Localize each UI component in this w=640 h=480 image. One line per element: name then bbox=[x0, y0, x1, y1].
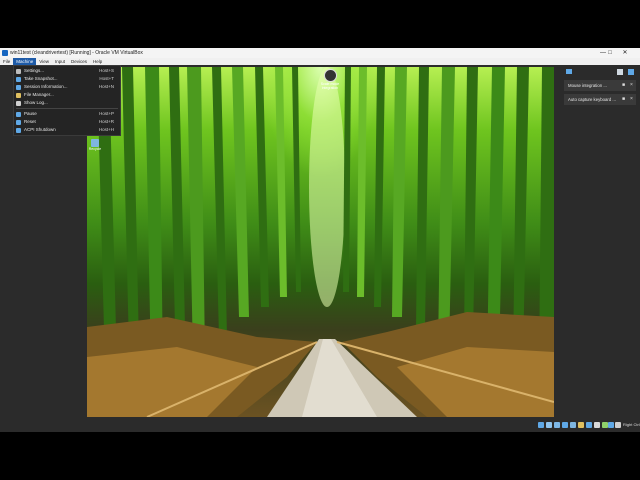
optical-icon[interactable] bbox=[546, 422, 552, 428]
menu-item-label: Take Snapshot... bbox=[24, 76, 58, 81]
notification-icon[interactable] bbox=[566, 69, 572, 74]
menu-machine[interactable]: Machine bbox=[13, 58, 37, 65]
window-title: win11test (cleandrivertest) [Running] - … bbox=[10, 50, 143, 56]
host-key-label: Right Ctrl bbox=[623, 422, 640, 427]
list-icon[interactable] bbox=[617, 69, 623, 75]
menu-item-shortcut: Host+R bbox=[98, 119, 114, 124]
virtualbox-window: win11test (cleandrivertest) [Running] - … bbox=[0, 48, 640, 432]
menu-item-pause[interactable]: Pause Host+P bbox=[14, 110, 120, 118]
menu-item-label: Pause bbox=[24, 111, 37, 116]
notification-label: Auto capture keyboard ... bbox=[568, 97, 617, 102]
hdd-icon[interactable] bbox=[538, 422, 544, 428]
menu-item-reset[interactable]: Reset Host+R bbox=[14, 118, 120, 126]
log-icon bbox=[16, 100, 21, 106]
menu-item-label: Session Information... bbox=[24, 84, 68, 89]
network-icon[interactable] bbox=[562, 422, 568, 428]
menu-separator bbox=[16, 108, 118, 109]
scale-mode-icon[interactable]: Scale mode integration bbox=[315, 69, 345, 90]
video-capture-icon[interactable] bbox=[594, 422, 600, 428]
menu-item-label: Settings... bbox=[24, 68, 45, 73]
pause-icon bbox=[16, 111, 21, 117]
menu-item-file-manager[interactable]: File Manager... bbox=[14, 91, 120, 99]
menu-item-settings[interactable]: Settings... Host+S bbox=[14, 67, 120, 75]
menu-help[interactable]: Help bbox=[90, 58, 105, 65]
menu-item-label: File Manager... bbox=[24, 92, 54, 97]
info-button-icon[interactable]: ■ bbox=[621, 83, 626, 88]
usb-icon[interactable] bbox=[570, 422, 576, 428]
notification-auto-capture-keyboard[interactable]: Auto capture keyboard ... ■ × bbox=[564, 94, 636, 105]
menu-view[interactable]: View bbox=[36, 58, 52, 65]
reset-icon bbox=[16, 119, 21, 125]
menu-item-label: ACPI Shutdown bbox=[24, 127, 56, 132]
close-notification-icon[interactable]: × bbox=[629, 97, 634, 102]
title-bar[interactable]: win11test (cleandrivertest) [Running] - … bbox=[0, 48, 640, 58]
menu-item-show-log[interactable]: Show Log... bbox=[14, 99, 120, 107]
dock-icon[interactable] bbox=[628, 69, 634, 75]
shared-folders-icon[interactable] bbox=[578, 422, 584, 428]
menu-devices[interactable]: Devices bbox=[68, 58, 90, 65]
menu-file[interactable]: File bbox=[0, 58, 13, 65]
vm-guest-display[interactable]: Recycle Scale mode integration bbox=[87, 67, 554, 417]
recycle-bin-icon[interactable]: Recycle bbox=[88, 139, 102, 151]
maximize-button[interactable]: □ bbox=[603, 48, 617, 58]
menu-item-session-information[interactable]: Session Information... Host+N bbox=[14, 83, 120, 91]
bamboo-wallpaper bbox=[87, 67, 554, 417]
audio-icon[interactable] bbox=[554, 422, 560, 428]
menu-item-shortcut: Host+H bbox=[98, 127, 114, 132]
notification-toolbar bbox=[561, 67, 640, 77]
info-icon bbox=[16, 84, 21, 90]
status-bar: Right Ctrl bbox=[0, 419, 640, 432]
notification-mouse-integration[interactable]: Mouse integration ... ■ × bbox=[564, 80, 636, 91]
menu-item-shortcut: Host+T bbox=[99, 76, 114, 81]
menu-item-label: Reset bbox=[24, 119, 36, 124]
menu-item-shortcut: Host+P bbox=[99, 111, 114, 116]
menu-item-acpi-shutdown[interactable]: ACPI Shutdown Host+H bbox=[14, 126, 120, 134]
scale-mode-label: Scale mode integration bbox=[320, 82, 340, 90]
menu-item-shortcut: Host+S bbox=[99, 68, 114, 73]
notification-label: Mouse integration ... bbox=[568, 83, 607, 88]
menu-item-take-snapshot[interactable]: Take Snapshot... Host+T bbox=[14, 75, 120, 83]
recycle-bin-label: Recycle bbox=[88, 147, 102, 151]
virtualbox-icon bbox=[2, 50, 8, 56]
menu-input[interactable]: Input bbox=[52, 58, 68, 65]
display-icon[interactable] bbox=[586, 422, 592, 428]
gear-icon bbox=[16, 68, 21, 74]
mouse-icon[interactable] bbox=[608, 422, 614, 428]
info-button-icon[interactable]: ■ bbox=[621, 97, 626, 102]
menu-item-shortcut: Host+N bbox=[98, 84, 114, 89]
close-button[interactable]: ✕ bbox=[618, 48, 632, 58]
menu-item-label: Show Log... bbox=[24, 100, 48, 105]
menu-bar: File Machine View Input Devices Help bbox=[0, 58, 640, 65]
keyboard-icon[interactable] bbox=[615, 422, 621, 428]
power-icon bbox=[16, 127, 21, 133]
folder-icon bbox=[16, 92, 21, 98]
camera-icon bbox=[16, 76, 21, 82]
machine-menu-dropdown: Settings... Host+S Take Snapshot... Host… bbox=[13, 65, 121, 136]
close-notification-icon[interactable]: × bbox=[629, 83, 634, 88]
notification-panel: Mouse integration ... ■ × Auto capture k… bbox=[561, 67, 640, 417]
